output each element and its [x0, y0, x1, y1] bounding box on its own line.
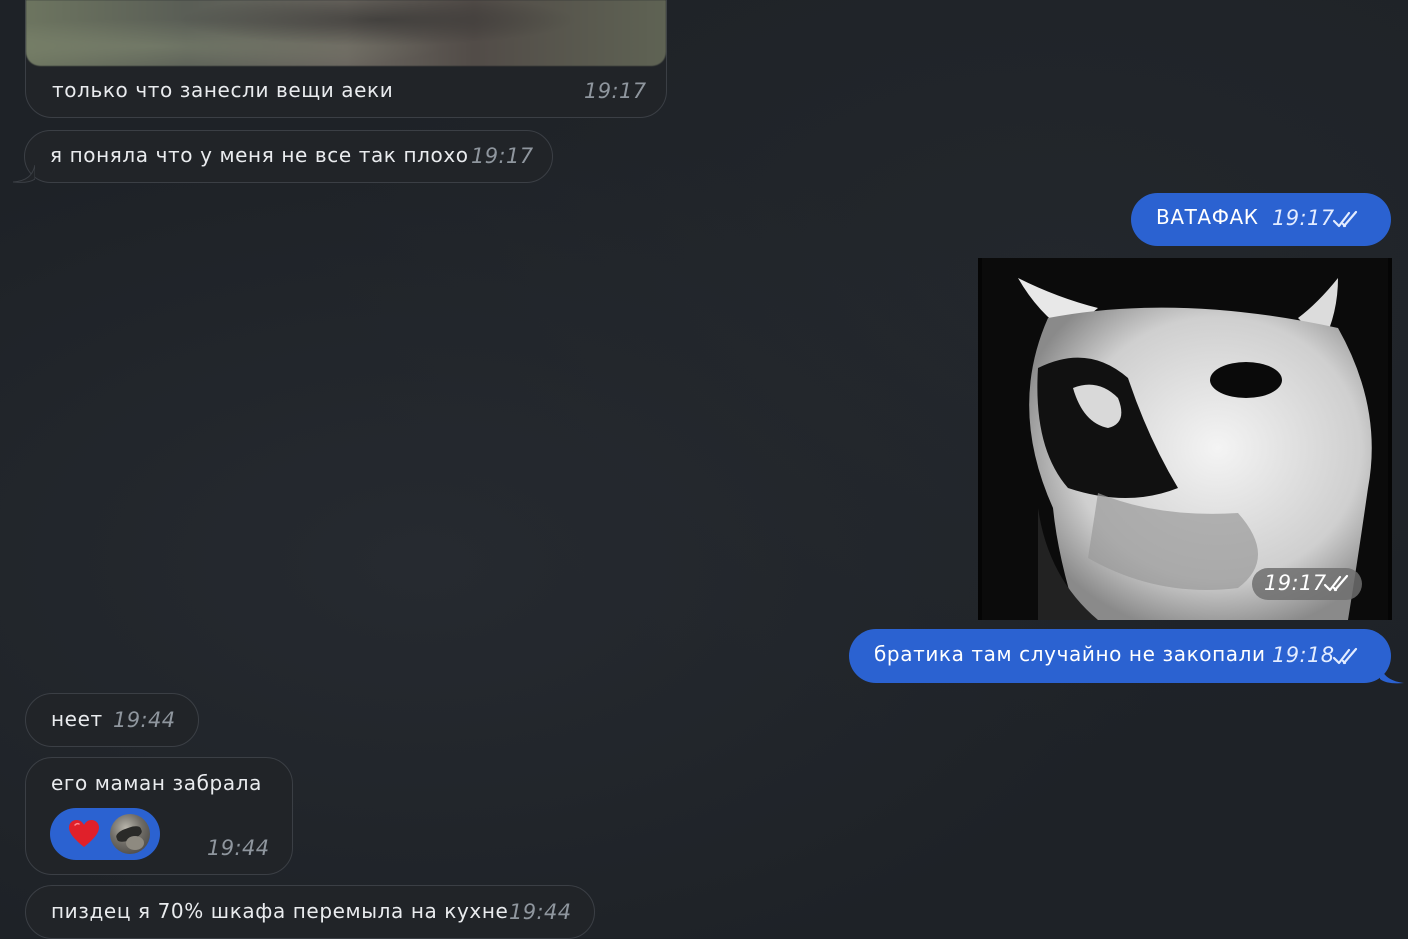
- message-time: 19:17: [471, 144, 534, 168]
- bubble-tail: [13, 165, 35, 183]
- message-incoming[interactable]: я поняла что у меня не все так плохо 19:…: [24, 130, 553, 183]
- message-time: 19:18: [1272, 643, 1335, 667]
- message-outgoing[interactable]: братика там случайно не закопали 19:18: [849, 629, 1391, 683]
- message-text: я поняла что у меня не все так плохо: [50, 143, 469, 167]
- heart-icon: [69, 820, 99, 847]
- double-check-icon: [1332, 647, 1358, 665]
- message-incoming[interactable]: пиздец я 70% шкафа перемыла на кухне 19:…: [25, 885, 595, 939]
- message-incoming[interactable]: неет 19:44: [25, 693, 199, 747]
- avatar: [110, 814, 150, 854]
- message-text: ВАТАФАК: [1156, 205, 1259, 229]
- message-text: только что занесли вещи аеки: [52, 78, 394, 102]
- message-incoming[interactable]: его маман забрала 19:44: [25, 757, 293, 875]
- message-text: неет: [51, 707, 103, 731]
- message-time: 19:44: [113, 708, 176, 732]
- message-time: 19:17: [584, 79, 647, 103]
- reaction-chip[interactable]: [50, 808, 160, 860]
- message-text: пиздец я 70% шкафа перемыла на кухне: [51, 899, 509, 923]
- message-time: 19:44: [207, 836, 270, 860]
- message-photo[interactable]: [26, 0, 666, 66]
- double-check-icon: [1332, 210, 1358, 228]
- message-outgoing[interactable]: ВАТАФАК 19:17: [1131, 193, 1391, 246]
- message-text: его маман забрала: [51, 771, 262, 795]
- double-check-icon: [1323, 574, 1349, 592]
- message-time: 19:44: [509, 900, 572, 924]
- message-time: 19:17: [1272, 206, 1335, 230]
- message-text: братика там случайно не закопали: [874, 642, 1266, 666]
- sticker-time-badge: 19:17: [1252, 568, 1362, 600]
- cat-sticker-drawing: [978, 258, 1392, 620]
- sticker-image[interactable]: 19:17: [978, 258, 1392, 620]
- message-time: 19:17: [1264, 571, 1327, 595]
- bubble-tail: [1380, 664, 1404, 684]
